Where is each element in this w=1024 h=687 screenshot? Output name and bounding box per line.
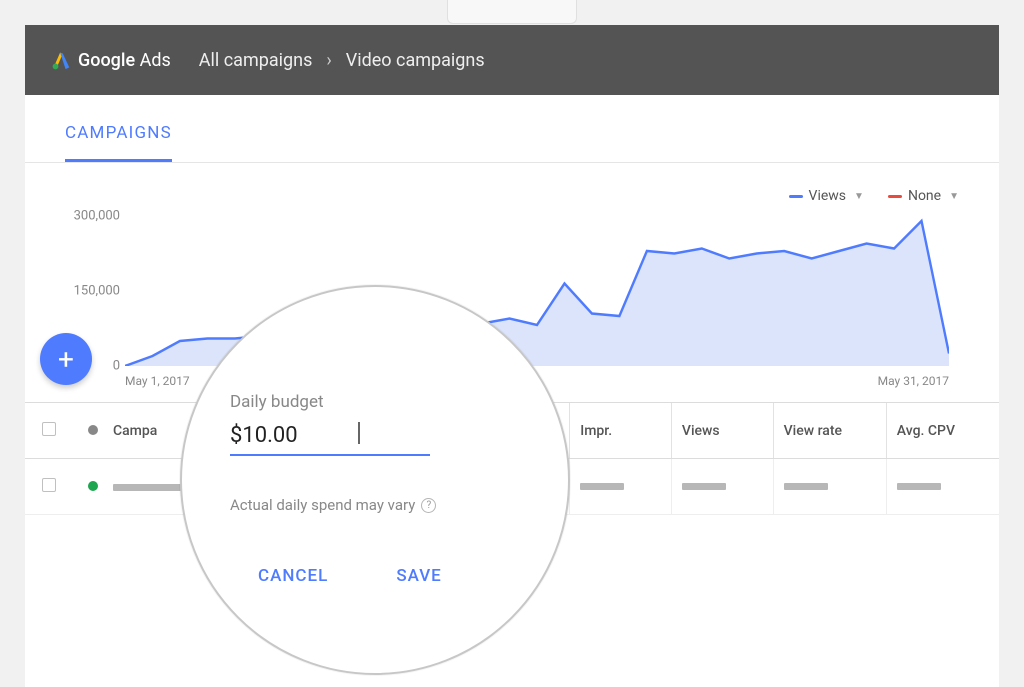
breadcrumb: All campaigns › Video campaigns [199,50,485,71]
status-dot-header [73,423,113,439]
budget-input[interactable]: $10.00 [230,423,350,448]
daily-budget-popup: Daily budget $10.00 Actual daily spend m… [180,285,570,675]
col-header-view-rate[interactable]: View rate [773,403,886,458]
save-button[interactable]: SAVE [396,566,441,586]
breadcrumb-leaf[interactable]: Video campaigns [346,50,485,71]
popup-actions: CANCEL SAVE [230,566,520,586]
y-tick: 300,000 [74,209,120,224]
helper-text: Actual daily spend may vary [230,496,415,514]
product-name: Google Ads [78,50,171,71]
x-end: May 31, 2017 [878,374,949,388]
cancel-button[interactable]: CANCEL [258,566,328,586]
legend-label-2: None [908,188,941,204]
chevron-right-icon: › [326,50,331,71]
tab-campaigns[interactable]: CAMPAIGNS [65,123,172,162]
y-tick: 0 [113,359,120,374]
y-tick: 150,000 [74,284,120,299]
text-cursor [358,422,360,444]
google-ads-icon [50,49,72,71]
caret-down-icon: ▼ [949,191,959,202]
add-campaign-fab[interactable]: + [40,333,92,385]
x-start: May 1, 2017 [125,374,190,388]
breadcrumb-root[interactable]: All campaigns [199,50,313,71]
cell-impr [569,459,671,514]
col-header-avg-cpv[interactable]: Avg. CPV [886,403,999,458]
col-header-impr[interactable]: Impr. [569,403,671,458]
budget-helper-text: Actual daily spend may vary ? [230,496,520,514]
caret-down-icon: ▼ [854,191,864,202]
cell-avg-cpv [886,459,999,514]
help-icon[interactable]: ? [421,498,436,513]
plus-icon: + [58,343,74,376]
legend-series-1[interactable]: Views ▼ [789,188,864,204]
app-header: Google Ads All campaigns › Video campaig… [25,25,999,95]
budget-input-wrap[interactable]: $10.00 [230,420,430,456]
legend-label-1: Views [809,188,847,204]
tab-row: CAMPAIGNS [25,95,999,163]
row-status-dot [73,479,113,495]
cell-views [671,459,773,514]
product-logo: Google Ads [50,49,171,71]
chart-legend: Views ▼ None ▼ [65,188,959,204]
legend-series-2[interactable]: None ▼ [888,188,959,204]
col-header-views[interactable]: Views [671,403,773,458]
budget-field-label: Daily budget [230,392,520,412]
legend-swatch-red [888,195,902,198]
cell-view-rate [773,459,886,514]
row-checkbox[interactable] [25,478,73,496]
legend-swatch-blue [789,195,803,198]
select-all-checkbox[interactable] [25,422,73,440]
browser-notch [447,0,577,24]
